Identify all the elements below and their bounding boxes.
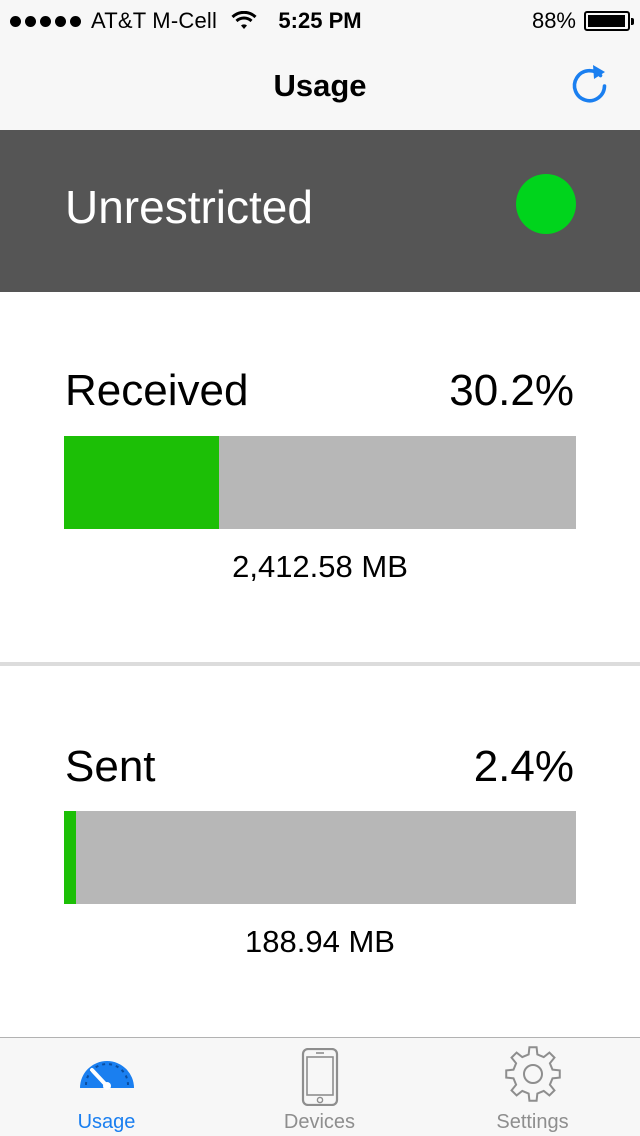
gear-icon: [504, 1046, 561, 1102]
received-percent: 30.2%: [449, 366, 574, 415]
page-title: Usage: [273, 68, 367, 103]
battery-tip: [631, 18, 634, 25]
status-indicator-dot: [516, 174, 576, 234]
battery-icon: [584, 11, 634, 31]
tab-label: Settings: [496, 1111, 569, 1133]
tab-label: Devices: [283, 1111, 356, 1133]
received-label: Received: [65, 366, 249, 415]
status-bar: AT&T M-Cell 5:25 PM 88%: [0, 0, 640, 40]
tab-usage[interactable]: Usage: [0, 1038, 213, 1136]
sent-percent: 2.4%: [473, 742, 574, 791]
app-screen: AT&T M-Cell 5:25 PM 88% Usage Unrestrict…: [0, 0, 640, 1136]
sent-section: Sent 2.4% 188.94 MB: [0, 666, 640, 1037]
received-progress-bar: [64, 436, 576, 529]
received-section: Received 30.2% 2,412.58 MB: [0, 292, 640, 662]
phone-icon: [301, 1048, 338, 1106]
received-progress-fill: [64, 436, 219, 529]
tab-label: Usage: [77, 1111, 136, 1133]
sent-progress-bar: [64, 811, 576, 904]
sent-amount: 188.94 MB: [245, 924, 395, 959]
tab-settings[interactable]: Settings: [426, 1038, 639, 1136]
tab-devices[interactable]: Devices: [213, 1038, 426, 1136]
speedometer-icon: [79, 1061, 134, 1090]
battery-percent: 88%: [531, 8, 576, 33]
navigation-bar: Usage: [0, 40, 640, 130]
sent-label: Sent: [65, 742, 156, 791]
gear-outline: [504, 1046, 561, 1102]
refresh-icon[interactable]: [568, 62, 612, 106]
status-bar-right: 88%: [531, 8, 634, 34]
tab-bar: Usage Devices Settings: [0, 1037, 640, 1136]
battery-fill: [588, 15, 625, 27]
sent-progress-fill: [64, 811, 77, 904]
restriction-status-label: Unrestricted: [65, 181, 313, 233]
received-amount: 2,412.58 MB: [232, 549, 408, 584]
